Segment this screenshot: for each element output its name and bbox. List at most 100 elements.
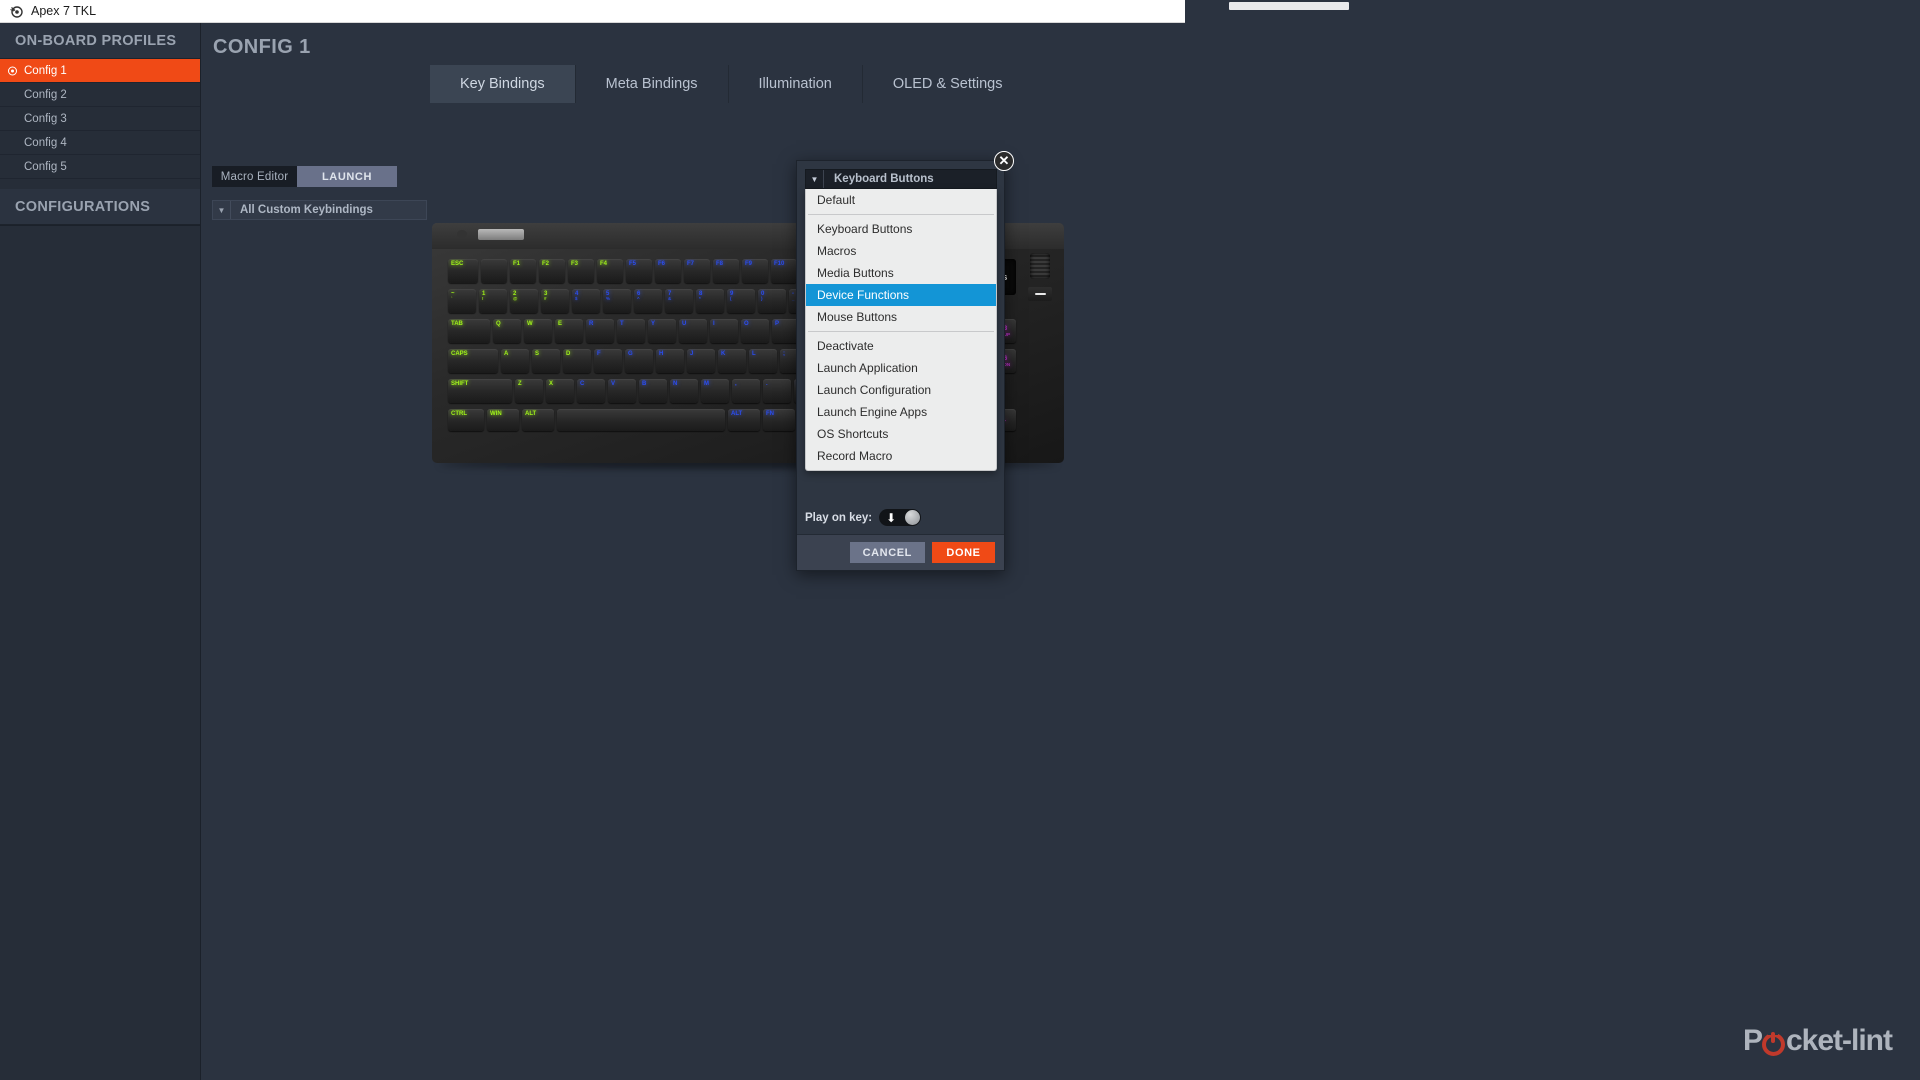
chevron-down-icon[interactable]: ▼ <box>806 170 824 188</box>
keyboard-key[interactable]: O <box>741 319 769 343</box>
keyboard-key[interactable]: CAPS <box>448 349 498 373</box>
sidebar-item-config-4[interactable]: Config 4 <box>0 131 200 155</box>
keyboard-key[interactable]: N <box>670 379 698 403</box>
keyboard-key[interactable]: F3 <box>568 259 594 283</box>
play-on-key-row: Play on key: ⬇ <box>805 509 922 526</box>
keyboard-key[interactable]: 5% <box>603 289 631 313</box>
keyboard-key[interactable]: 6 ^ <box>634 289 662 313</box>
dropdown-item-launch-configuration[interactable]: Launch Configuration <box>806 379 996 401</box>
keyboard-key[interactable]: . <box>763 379 791 403</box>
keyboard-key[interactable]: FN <box>763 409 795 431</box>
keyboard-key[interactable]: F5 <box>626 259 652 283</box>
keyboard-key[interactable]: K <box>718 349 746 373</box>
sidebar-item-label: Config 2 <box>24 88 67 101</box>
keyboard-key[interactable]: I <box>710 319 738 343</box>
keyboard-key[interactable] <box>481 259 507 283</box>
volume-wheel-icon[interactable] <box>1030 253 1050 279</box>
keyboard-key[interactable]: F4 <box>597 259 623 283</box>
keyboard-key[interactable]: D <box>563 349 591 373</box>
keyboard-key[interactable]: F6 <box>655 259 681 283</box>
tab-key-bindings[interactable]: Key Bindings <box>430 65 576 103</box>
keyboard-key[interactable]: R <box>586 319 614 343</box>
tab-oled-and-settings[interactable]: OLED & Settings <box>862 65 1033 103</box>
keyboard-key[interactable]: W <box>524 319 552 343</box>
keyboard-key[interactable]: 8 * <box>696 289 724 313</box>
key-sublabel: & <box>668 296 672 302</box>
dropdown-item-media-buttons[interactable]: Media Buttons <box>806 262 996 284</box>
keyboard-key[interactable]: F1 <box>510 259 536 283</box>
keyboard-key[interactable]: ~ ` <box>448 289 476 313</box>
keyboard-key[interactable]: B <box>639 379 667 403</box>
keyboard-key[interactable]: C <box>577 379 605 403</box>
keyboard-key[interactable]: ALT <box>522 409 554 431</box>
chevron-down-icon[interactable]: ▼ <box>213 201 231 219</box>
dropdown-item-record-macro[interactable]: Record Macro <box>806 445 996 467</box>
dropdown-item-launch-application[interactable]: Launch Application <box>806 357 996 379</box>
toggle-knob <box>905 510 921 525</box>
tab-meta-bindings[interactable]: Meta Bindings <box>575 65 729 103</box>
dropdown-item-os-shortcuts[interactable]: OS Shortcuts <box>806 423 996 445</box>
keyboard-key[interactable]: U <box>679 319 707 343</box>
keyboard-key[interactable]: V <box>608 379 636 403</box>
keyboard-key[interactable]: M <box>701 379 729 403</box>
keyboard-key[interactable]: 0) <box>758 289 786 313</box>
binding-type-select[interactable]: ▼ Keyboard Buttons <box>805 169 997 189</box>
sidebar: ON-BOARD PROFILES Config 1 Config 2 Conf… <box>0 23 201 1080</box>
keyboard-key[interactable]: CTRL <box>448 409 484 431</box>
keyboard-key[interactable]: ALT <box>728 409 760 431</box>
keyboard-key[interactable]: Z <box>515 379 543 403</box>
tab-illumination[interactable]: Illumination <box>728 65 863 103</box>
macro-editor-launch-button[interactable]: LAUNCH <box>297 166 397 187</box>
sidebar-item-config-2[interactable]: Config 2 <box>0 83 200 107</box>
key-sublabel: @ <box>513 296 518 302</box>
keyboard-key[interactable]: G <box>625 349 653 373</box>
keyboard-key[interactable]: ESC <box>448 259 478 283</box>
keyboard-key[interactable]: 4 $ <box>572 289 600 313</box>
keyboard-key[interactable]: H <box>656 349 684 373</box>
dropdown-item-default[interactable]: Default <box>806 189 996 211</box>
keyboard-key[interactable]: , <box>732 379 760 403</box>
keyboard-key[interactable]: F <box>594 349 622 373</box>
dropdown-item-mouse-buttons[interactable]: Mouse Buttons <box>806 306 996 328</box>
keyboard-key[interactable]: TAB <box>448 319 490 343</box>
keyboard-key[interactable]: 9( <box>727 289 755 313</box>
play-on-key-toggle[interactable]: ⬇ <box>879 509 922 526</box>
binding-type-dropdown-list[interactable]: Default Keyboard Buttons Macros Media Butto… <box>805 189 997 471</box>
keyboard-key[interactable]: X <box>546 379 574 403</box>
key-sublabel: ! <box>482 296 484 302</box>
sidebar-item-config-5[interactable]: Config 5 <box>0 155 200 179</box>
dropdown-item-macros[interactable]: Macros <box>806 240 996 262</box>
cancel-button[interactable]: CANCEL <box>849 542 925 563</box>
keyboard-key[interactable]: Q <box>493 319 521 343</box>
keyboard-key[interactable]: F8 <box>713 259 739 283</box>
dropdown-item-device-functions[interactable]: Device Functions <box>806 284 996 306</box>
keyboard-key[interactable] <box>557 409 725 431</box>
done-button[interactable]: DONE <box>932 542 995 563</box>
dropdown-item-deactivate[interactable]: Deactivate <box>806 335 996 357</box>
sidebar-item-config-3[interactable]: Config 3 <box>0 107 200 131</box>
keyboard-key[interactable]: F9 <box>742 259 768 283</box>
keyboard-key[interactable]: T <box>617 319 645 343</box>
oled-button-icon[interactable] <box>1028 287 1052 301</box>
keyboard-key[interactable]: F10 <box>771 259 797 283</box>
keyboard-key[interactable]: S <box>532 349 560 373</box>
sidebar-item-label: Config 1 <box>24 64 67 77</box>
keyboard-key[interactable]: F2 <box>539 259 565 283</box>
keyboard-key[interactable]: F7 <box>684 259 710 283</box>
keyboard-key[interactable]: SHIFT <box>448 379 512 403</box>
keyboard-key[interactable]: 2 @ <box>510 289 538 313</box>
all-custom-keybindings-bar[interactable]: ▼ All Custom Keybindings <box>212 200 427 220</box>
keyboard-key[interactable]: 3 # <box>541 289 569 313</box>
sidebar-item-config-1[interactable]: Config 1 <box>0 59 200 83</box>
keyboard-key[interactable]: L <box>749 349 777 373</box>
dropdown-item-keyboard-buttons[interactable]: Keyboard Buttons <box>806 218 996 240</box>
keyboard-key[interactable]: E <box>555 319 583 343</box>
keyboard-key[interactable]: 7 & <box>665 289 693 313</box>
close-icon[interactable]: ✕ <box>994 151 1014 171</box>
keyboard-key[interactable]: WIN <box>487 409 519 431</box>
keyboard-key[interactable]: Y <box>648 319 676 343</box>
keyboard-key[interactable]: 1! <box>479 289 507 313</box>
dropdown-item-launch-engine-apps[interactable]: Launch Engine Apps <box>806 401 996 423</box>
keyboard-key[interactable]: J <box>687 349 715 373</box>
keyboard-key[interactable]: A <box>501 349 529 373</box>
